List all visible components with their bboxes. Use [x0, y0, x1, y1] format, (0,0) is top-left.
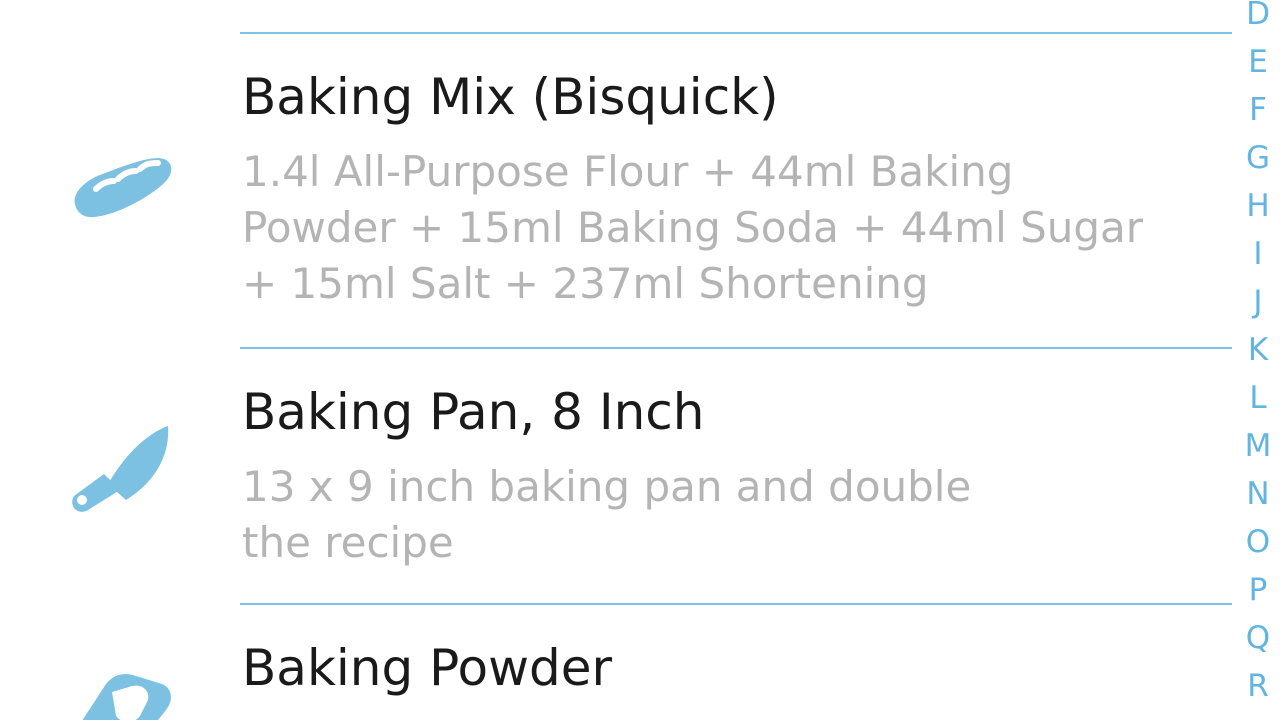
item-title: Baking Mix (Bisquick): [242, 68, 779, 126]
item-description: 1.4l All-Purpose Flour + 44ml Baking Pow…: [242, 144, 1143, 312]
item-description: 13 x 9 inch baking pan and double the re…: [242, 459, 971, 571]
index-letter-f[interactable]: F: [1238, 86, 1278, 134]
index-letter-r[interactable]: R: [1238, 662, 1278, 710]
spatula-icon: [72, 426, 169, 512]
index-letter-e[interactable]: E: [1238, 38, 1278, 86]
section-index[interactable]: D E F G H I J K L M N O P Q R: [1238, 0, 1278, 710]
item-title: Baking Powder: [242, 639, 613, 697]
description-line: 1.4l All-Purpose Flour + 44ml Baking: [242, 147, 1014, 196]
description-line: the recipe: [242, 518, 454, 567]
divider: [240, 347, 1232, 349]
index-letter-d[interactable]: D: [1238, 0, 1278, 38]
index-letter-q[interactable]: Q: [1238, 614, 1278, 662]
index-letter-m[interactable]: M: [1238, 422, 1278, 470]
index-letter-i[interactable]: I: [1238, 230, 1278, 278]
description-line: 13 x 9 inch baking pan and double: [242, 462, 972, 511]
index-letter-h[interactable]: H: [1238, 182, 1278, 230]
divider: [240, 32, 1232, 34]
index-letter-l[interactable]: L: [1238, 374, 1278, 422]
list-item-baking-pan[interactable]: Baking Pan, 8 Inch 13 x 9 inch baking pa…: [0, 350, 1232, 604]
index-letter-j[interactable]: J: [1238, 278, 1278, 326]
index-letter-o[interactable]: O: [1238, 518, 1278, 566]
divider: [240, 603, 1232, 605]
description-line: + 15ml Salt + 237ml Shortening: [242, 259, 929, 308]
list-item-baking-powder[interactable]: Baking Powder: [0, 606, 1232, 720]
item-title: Baking Pan, 8 Inch: [242, 383, 705, 441]
baking-powder-icon: [82, 674, 171, 720]
description-line: Powder + 15ml Baking Soda + 44ml Sugar: [242, 203, 1144, 252]
index-letter-p[interactable]: P: [1238, 566, 1278, 614]
index-letter-n[interactable]: N: [1238, 470, 1278, 518]
index-letter-k[interactable]: K: [1238, 326, 1278, 374]
index-letter-g[interactable]: G: [1238, 134, 1278, 182]
list-item-baking-mix[interactable]: Baking Mix (Bisquick) 1.4l All-Purpose F…: [0, 35, 1232, 347]
bread-icon: [74, 158, 172, 218]
